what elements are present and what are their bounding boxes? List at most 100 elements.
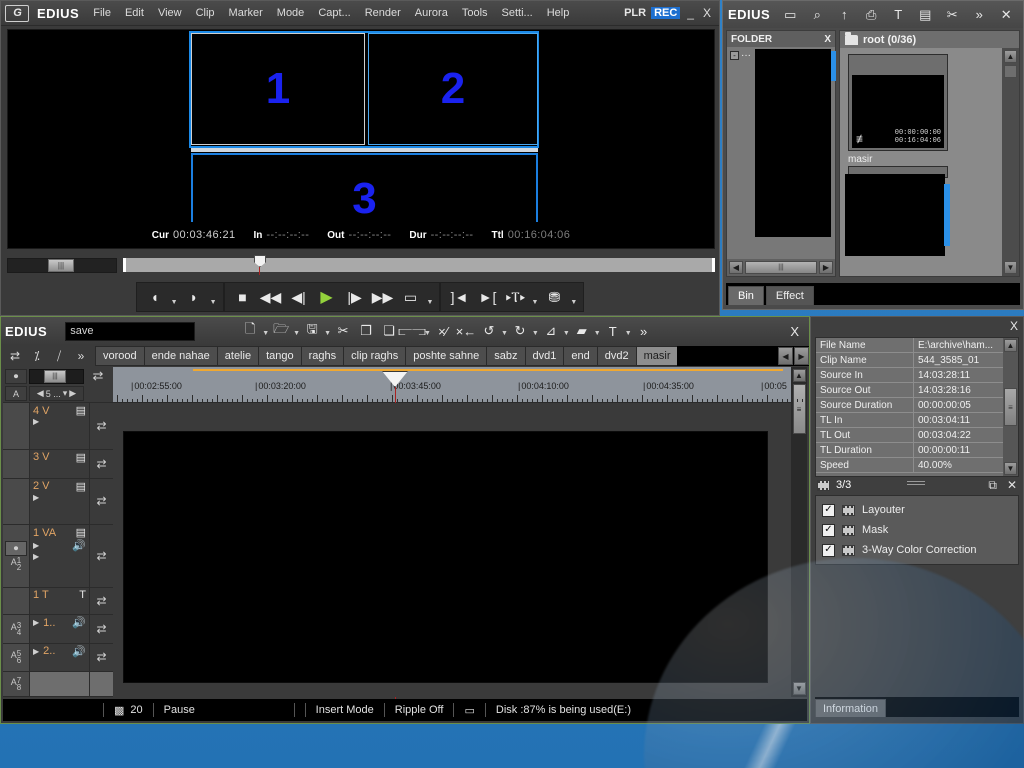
folder-hscrollbar[interactable]: ◀ ||| ▶ [727,259,835,276]
track-sync-a2[interactable]: ⇄ [89,643,113,671]
timeline-vscrollbar[interactable]: ▲ ≡ ▼ [791,367,807,697]
save-project-icon[interactable]: 🖫 [301,320,323,342]
go-to-in-button[interactable]: ]◄ [447,285,471,309]
information-close-icon[interactable]: X [1010,319,1018,333]
sidebar-item-end[interactable]: end [563,346,597,366]
group-dropdown-icon[interactable]: ▼ [424,330,431,342]
new-project-dropdown-icon[interactable]: ▼ [262,330,269,342]
more-icon[interactable]: » [970,6,988,24]
zoom-next-icon[interactable]: ▶ [69,388,76,399]
go-to-out-button[interactable]: ►[ [475,285,499,309]
tab-prev-button[interactable]: ◀ [778,347,793,365]
folder-scroll-thumb[interactable]: ||| [745,261,817,274]
paste-icon[interactable]: ❏ [378,320,400,342]
menu-edit[interactable]: Edit [123,6,146,20]
effects-close-icon[interactable]: ✕ [1007,478,1017,492]
list-item[interactable]: ≢ 00:00:00:00 00:16:04:06 masir [848,54,948,165]
sidebar-item-poshte-sahne[interactable]: poshte sahne [405,346,487,366]
track-toggle-4v[interactable] [3,403,29,449]
timeline-scroll-right-button[interactable]: ▶ [791,705,805,719]
clip-scroll-down-button[interactable]: ▼ [1004,261,1017,274]
sidebar-item-clip-raghs[interactable]: clip raghs [343,346,406,366]
menu-tools[interactable]: Tools [460,6,490,20]
track-audio-toggle[interactable]: A [5,386,27,401]
sidebar-item-vorood[interactable]: vorood [95,346,144,366]
properties-scroll-thumb[interactable]: ≡ [1004,388,1017,426]
menu-mode[interactable]: Mode [275,6,307,20]
add-effect-dropdown-icon[interactable]: ▼ [594,330,601,342]
effects-list[interactable]: ✓ Layouter ✓ Mask ✓ 3-Way Color Correcti… [815,495,1019,565]
bin-close-icon[interactable]: ✕ [997,6,1015,24]
redo-dropdown-icon[interactable]: ▼ [532,330,539,342]
track-sync-1t[interactable]: ⇄ [89,588,113,615]
track-toggle-1va[interactable]: ⏺ A12 [3,525,29,588]
menu-capture[interactable]: Capt... [316,6,352,20]
export-dropdown-icon[interactable]: ▼ [570,299,577,311]
minimize-button[interactable]: _ [685,6,696,20]
clip-area[interactable]: ≢ 00:00:00:00 00:16:04:06 masir ▲ ▼ [840,48,1019,276]
timeline-playhead[interactable] [382,371,408,707]
track-expand-icon[interactable]: ▶ [33,541,39,550]
tc-dur-value[interactable]: --:--:--:-- [431,229,474,241]
previous-frame-button[interactable]: ◀| [287,285,311,309]
clip-properties-table[interactable]: File Name E:\archive\ham... Clip Name 544_… [815,337,1019,477]
stop-button[interactable]: ■ [231,285,255,309]
clip-scroll-region[interactable]: ≢ 00:00:00:00 00:16:04:06 masir [840,48,1002,276]
menu-help[interactable]: Help [545,6,572,20]
track-video-toggle-1va[interactable]: ⏺ [5,541,27,557]
up-folder-icon[interactable]: ↑ [835,6,853,24]
sidebar-item-dvd2[interactable]: dvd2 [596,346,636,366]
pip-window-1[interactable]: 1 [191,33,365,145]
tab-next-button[interactable]: ▶ [794,347,809,365]
track-expand-icon[interactable]: ▶ [33,647,39,656]
add-marker-button[interactable]: ▸Ⲧ▸ [503,285,527,309]
timeline-canvas[interactable]: 00:02:55:00 00:03:20:00 00:03:45:00 00:0… [113,367,803,707]
effect-checkbox[interactable]: ✓ [822,523,835,537]
folder-pane-close-icon[interactable]: X [824,34,831,45]
zoom-level-select[interactable]: ◀ 5 ... ▾ ▶ [29,386,84,401]
set-in-dropdown-icon[interactable]: ▼ [171,299,178,311]
sidebar-item-dvd1[interactable]: dvd1 [524,346,564,366]
status-edit-mode[interactable]: Insert Mode [306,699,384,721]
delete-icon[interactable]: ×← [455,320,477,342]
player-menubar[interactable]: File Edit View Clip Marker Mode Capt... … [91,6,571,20]
track-toggle-a1[interactable]: A34 [3,615,29,643]
undo-dropdown-icon[interactable]: ▼ [501,330,508,342]
properties-scroll-up-button[interactable]: ▲ [1004,339,1017,352]
track-header-2v[interactable]: 2 V ▤ ▶ ⇄ [3,478,113,526]
effect-checkbox[interactable]: ✓ [822,543,835,557]
add-transition-dropdown-icon[interactable]: ▼ [563,330,570,342]
sequence-tabs[interactable]: vorood ende nahae atelie tango raghs cli… [95,346,809,366]
speaker-icon[interactable]: 🔊 [72,539,86,552]
add-marker-dropdown-icon[interactable]: ▼ [531,299,538,311]
player-scrub-bar[interactable] [123,255,715,275]
track-header-3v[interactable]: 3 V ▤ ⇄ [3,449,113,479]
track-sync-1va[interactable]: ⇄ [89,525,113,588]
track-toggle-3v[interactable] [3,449,29,478]
clip-thumbnail[interactable]: ≢ 00:00:00:00 00:16:04:06 [848,54,948,151]
track-sync-4v[interactable]: ⇄ [89,403,113,449]
player-mode-rec[interactable]: REC [651,7,681,19]
track-expand-icon[interactable]: ▶ [33,618,39,627]
monitor-icon[interactable]: ▭ [454,699,484,721]
menu-clip[interactable]: Clip [194,6,217,20]
track-toggle-1t[interactable] [3,588,29,615]
timeline-vscroll-thumb[interactable]: ≡ [792,384,806,434]
sidebar-item-atelie[interactable]: atelie [216,346,259,366]
sidebar-item-ende-nahae[interactable]: ende nahae [143,346,217,366]
delete-with-gap-icon[interactable]: ×⁄ [432,320,454,342]
timeline-close-icon[interactable]: X [784,324,805,339]
menu-aurora[interactable]: Aurora [413,6,450,20]
chevron-down-icon[interactable]: ▾ [63,388,68,399]
folder-tree[interactable]: - ··· [727,47,836,259]
open-project-icon[interactable]: 🗁 [270,320,292,342]
open-project-dropdown-icon[interactable]: ▼ [293,330,300,342]
zoom-prev-icon[interactable]: ◀ [37,388,44,399]
track-lock-toggle[interactable]: ⏺ [5,368,27,384]
player-playhead[interactable] [254,255,266,275]
new-project-icon[interactable]: 🗋 [239,320,261,342]
title-icon[interactable]: T [889,6,907,24]
tab-information[interactable]: Information [815,699,887,717]
tree-expander-icon[interactable]: - [730,51,739,60]
menu-view[interactable]: View [156,6,184,20]
